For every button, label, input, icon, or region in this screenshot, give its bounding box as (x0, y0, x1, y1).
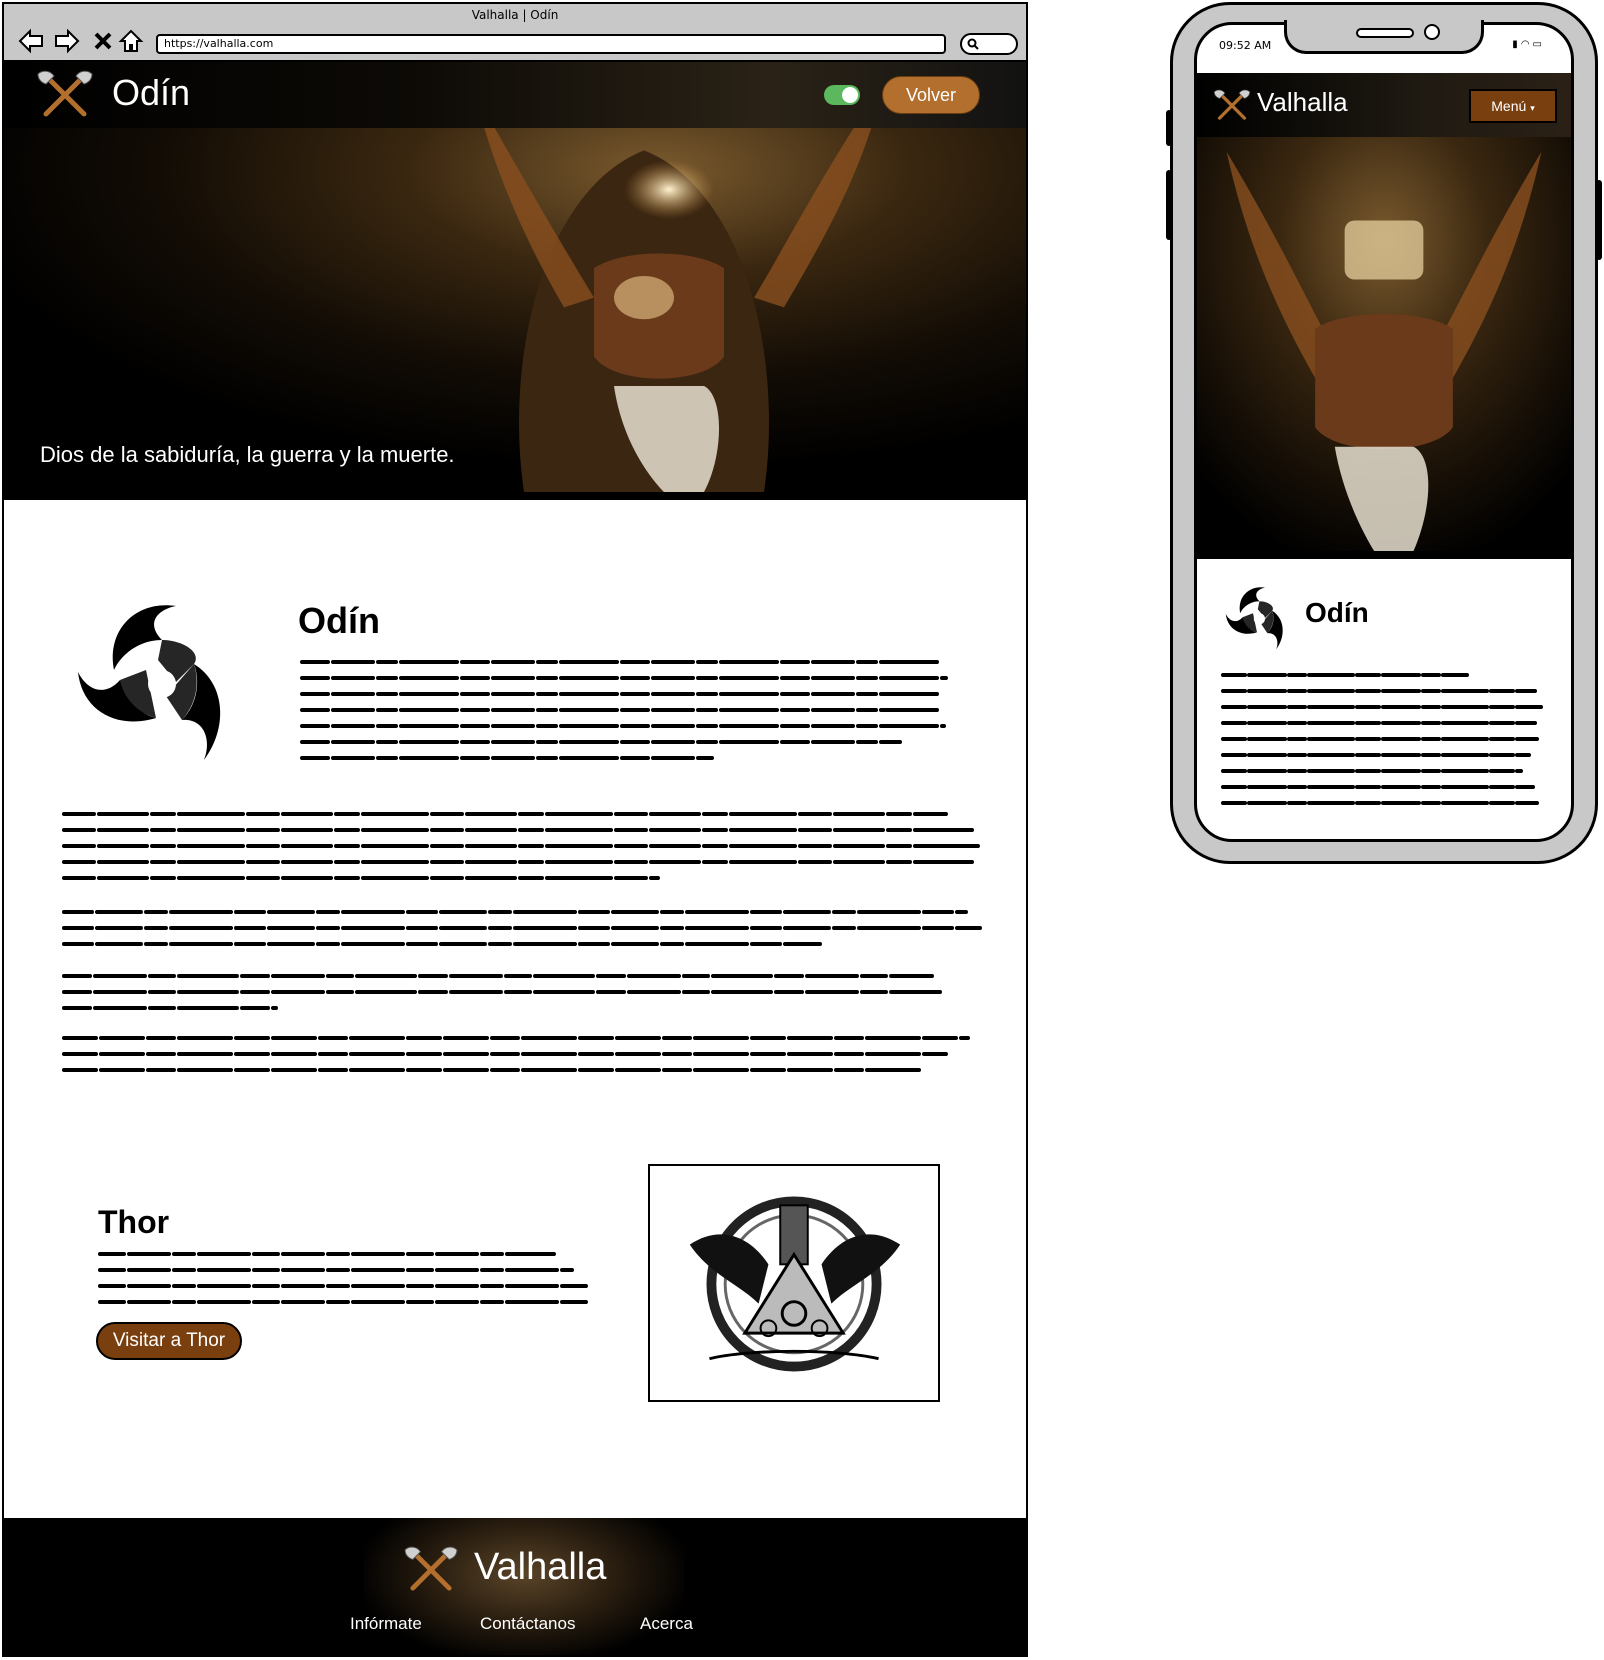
crossed-axes-logo-icon (1213, 89, 1251, 120)
crossed-axes-logo-icon (37, 70, 93, 117)
search-icon (967, 38, 979, 50)
footer-link-contactanos[interactable]: Contáctanos (480, 1614, 575, 1634)
browser-search[interactable] (960, 33, 1018, 55)
browser-chrome: Valhalla | Odín https://valhalla.com (4, 4, 1026, 62)
phone-camera (1424, 24, 1440, 40)
triple-horn-icon (78, 605, 221, 760)
phone-speaker (1356, 28, 1414, 38)
thor-summary-text (98, 1252, 592, 1304)
odin-intro-text (300, 660, 948, 760)
back-button[interactable]: Volver (882, 76, 980, 114)
mobile-odin-heading: Odín (1305, 597, 1369, 628)
menu-label: Menú (1491, 98, 1527, 114)
phone-screen: 09:52 AM ▮◠▭ Valhalla Menú ▾ Odín (1194, 22, 1574, 842)
phone-side-button (1596, 180, 1602, 260)
status-time: 09:52 AM (1219, 39, 1272, 52)
mobile-brand: Valhalla (1257, 87, 1348, 117)
battery-icon: ▭ (1532, 39, 1545, 50)
wifi-icon: ◠ (1520, 39, 1533, 50)
signal-icon: ▮ (1512, 39, 1521, 50)
phone-side-button (1166, 110, 1172, 146)
footer-link-informate[interactable]: Infórmate (350, 1614, 422, 1634)
odin-paragraph-3 (62, 974, 942, 1010)
hero-banner: Odín Volver Dios de la sabiduría, la gue… (4, 62, 1026, 500)
page-footer: Valhalla Infórmate Contáctanos Acerca (4, 1518, 1026, 1655)
odin-paragraph-4 (62, 1036, 970, 1072)
thor-heading: Thor (98, 1204, 170, 1240)
menu-dropdown-button[interactable]: Menú ▾ (1469, 89, 1557, 123)
crossed-axes-logo-icon (404, 1546, 458, 1591)
close-icon[interactable] (88, 26, 118, 56)
status-icons: ▮◠▭ (1512, 39, 1545, 50)
hero-navbar: Odín Volver (4, 62, 1026, 128)
url-bar[interactable]: https://valhalla.com (156, 34, 946, 54)
odin-paragraph-1 (62, 812, 980, 880)
mobile-navbar: Valhalla Menú ▾ (1197, 73, 1571, 137)
footer-brand: Valhalla (474, 1546, 607, 1588)
odin-heading: Odín (298, 600, 380, 641)
forward-arrow-icon[interactable] (52, 26, 82, 56)
mobile-odin-text (1221, 673, 1543, 805)
chevron-down-icon: ▾ (1530, 103, 1535, 113)
odin-paragraph-2 (62, 910, 982, 946)
window-title: Valhalla | Odín (471, 8, 559, 22)
visit-thor-button[interactable]: Visitar a Thor (96, 1322, 242, 1360)
phone-side-button (1166, 170, 1172, 240)
home-icon[interactable] (116, 26, 146, 56)
triple-horn-icon (1225, 587, 1283, 650)
hero-tagline: Dios de la sabiduría, la guerra y la mue… (40, 442, 455, 467)
back-arrow-icon[interactable] (16, 26, 46, 56)
odin-portrait-image (1197, 73, 1571, 551)
page-title: Odín (112, 72, 191, 113)
footer-link-acerca[interactable]: Acerca (640, 1614, 693, 1634)
mobile-hero: Valhalla Menú ▾ (1197, 73, 1571, 559)
theme-toggle[interactable] (824, 85, 860, 105)
mjolnir-ravens-image (648, 1164, 940, 1402)
desktop-browser-window: Valhalla | Odín https://valhalla.com Odí… (2, 2, 1028, 1657)
